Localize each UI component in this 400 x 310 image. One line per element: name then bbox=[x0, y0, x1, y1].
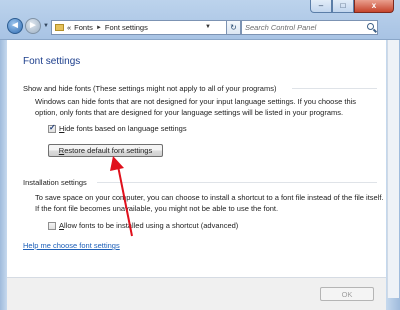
window-frame-left bbox=[0, 40, 7, 310]
window-controls: – □ x bbox=[310, 0, 394, 13]
recent-pages-dropdown-icon[interactable]: ▼ bbox=[43, 23, 49, 29]
section-divider bbox=[292, 88, 377, 89]
breadcrumb-separator-icon[interactable]: ► bbox=[96, 25, 102, 31]
hide-fonts-label[interactable]: Hide fonts based on language settings bbox=[59, 124, 187, 133]
section-divider bbox=[97, 182, 377, 183]
show-hide-heading: Show and hide fonts (These settings migh… bbox=[23, 84, 277, 93]
shortcut-checkbox-row[interactable]: Allow fonts to be installed using a shor… bbox=[48, 221, 238, 230]
refresh-icon[interactable]: ↻ bbox=[227, 20, 241, 35]
minimize-button[interactable]: – bbox=[310, 0, 332, 13]
help-choose-font-settings-link[interactable]: Help me choose font settings bbox=[23, 241, 120, 250]
restore-default-font-settings-button[interactable]: Restore default font settings bbox=[48, 144, 163, 157]
search-box[interactable] bbox=[241, 20, 378, 35]
title-bar: – □ x ◄ ► ▼ « Fonts ► Font settings ▼ ↻ bbox=[0, 0, 400, 40]
close-button[interactable]: x bbox=[354, 0, 394, 13]
shortcut-checkbox[interactable] bbox=[48, 221, 56, 230]
search-icon[interactable] bbox=[367, 23, 374, 30]
hide-fonts-checkbox-row[interactable]: Hide fonts based on language settings bbox=[48, 123, 187, 133]
show-hide-description: Windows can hide fonts that are not desi… bbox=[35, 97, 357, 117]
breadcrumb-font-settings[interactable]: Font settings bbox=[105, 23, 148, 32]
back-arrow-icon[interactable]: ◄ bbox=[7, 18, 23, 34]
content-pane: Font settings Show and hide fonts (These… bbox=[7, 40, 386, 310]
scrollbar[interactable] bbox=[387, 40, 399, 298]
address-bar[interactable]: « Fonts ► Font settings ▼ bbox=[51, 20, 227, 35]
search-input[interactable] bbox=[242, 21, 360, 34]
breadcrumb-fonts[interactable]: Fonts bbox=[74, 23, 93, 32]
forward-arrow-icon[interactable]: ► bbox=[25, 18, 41, 34]
ok-button[interactable]: OK bbox=[320, 287, 374, 301]
shortcut-label[interactable]: Allow fonts to be installed using a shor… bbox=[59, 221, 238, 230]
maximize-button[interactable]: □ bbox=[332, 0, 354, 13]
address-overflow[interactable]: « bbox=[67, 23, 71, 32]
window-frame-right bbox=[386, 40, 400, 310]
hide-fonts-checkbox[interactable] bbox=[48, 123, 56, 133]
installation-heading: Installation settings bbox=[23, 178, 87, 187]
page-title: Font settings bbox=[23, 56, 81, 67]
folder-icon bbox=[55, 24, 64, 31]
address-dropdown-icon[interactable]: ▼ bbox=[205, 24, 211, 30]
footer-bar: OK bbox=[7, 278, 386, 310]
installation-description: To save space on your computer, you can … bbox=[35, 193, 384, 213]
